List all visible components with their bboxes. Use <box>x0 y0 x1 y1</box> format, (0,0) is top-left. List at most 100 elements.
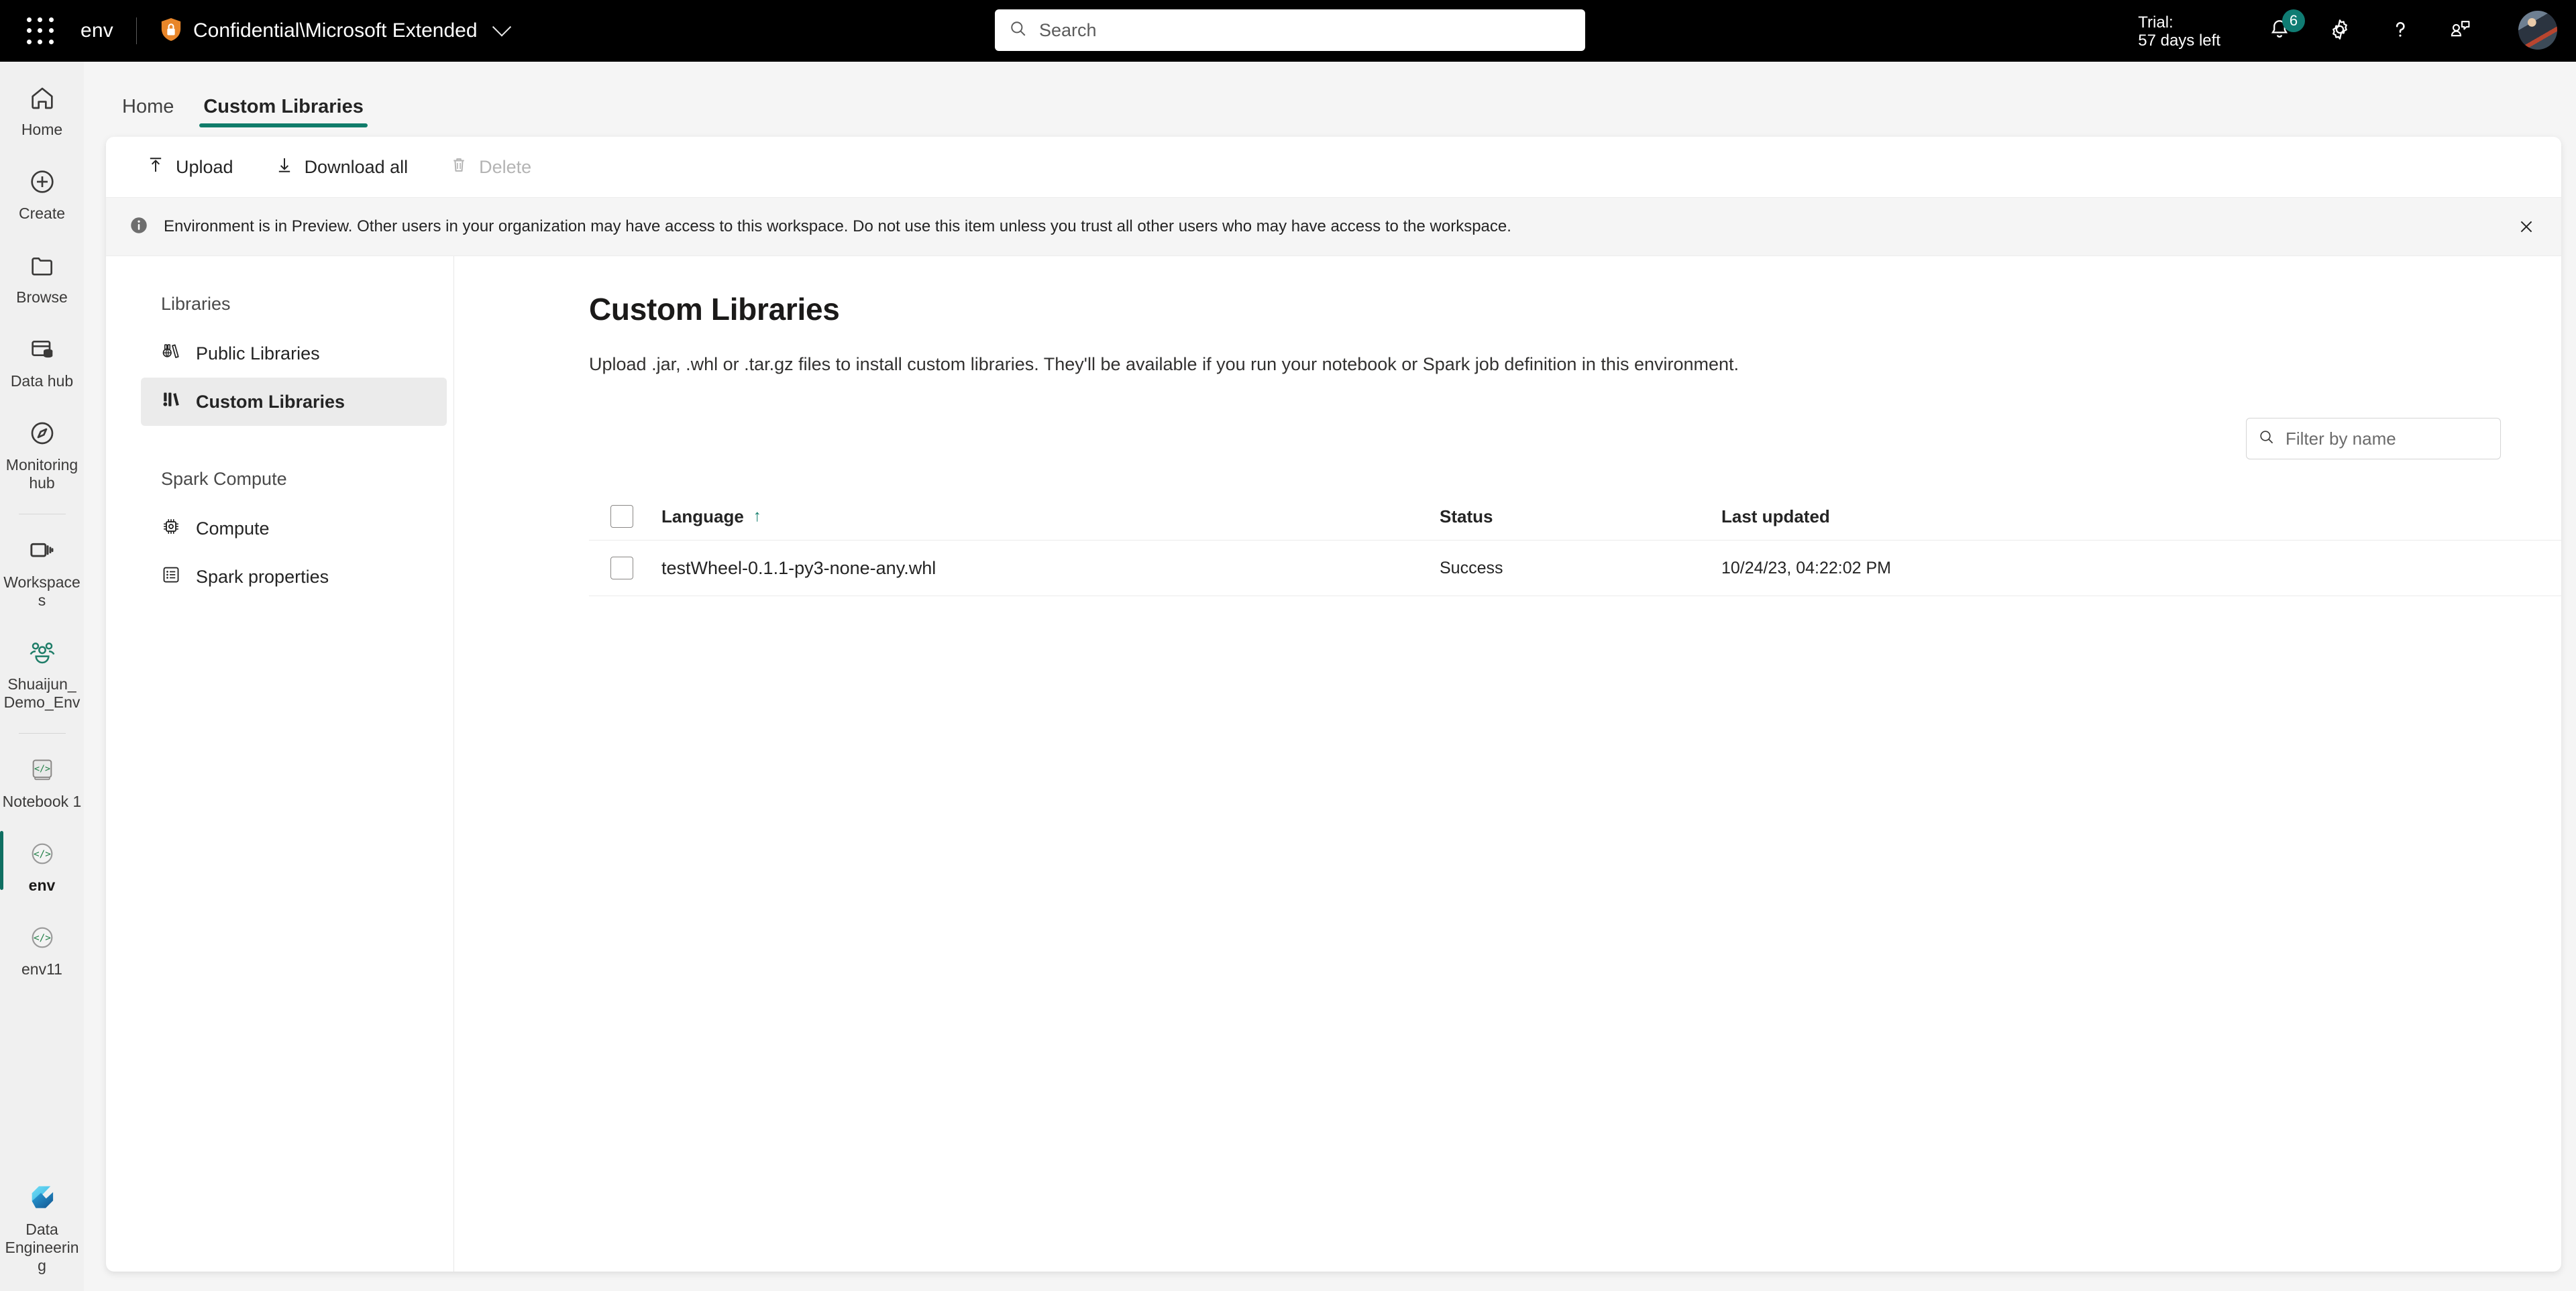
rail-item-data-engineering[interactable]: Data Engineering <box>0 1171 84 1282</box>
select-all-cell <box>589 505 661 528</box>
rail-item-workspaces[interactable]: Workspaces <box>0 524 84 616</box>
rail-item-label: Data hub <box>10 372 74 390</box>
workspaces-icon <box>28 532 56 569</box>
sort-ascending-icon: ↑ <box>753 507 761 525</box>
search-icon <box>2259 429 2275 449</box>
left-rail: Home Create Browse Data hub Monitoring h… <box>0 62 84 1291</box>
gear-icon <box>2328 18 2351 44</box>
shield-lock-icon <box>160 17 182 46</box>
feedback-button[interactable] <box>2445 15 2477 47</box>
fabric-data-engineering-icon <box>27 1179 58 1217</box>
trash-icon <box>449 156 468 179</box>
public-libraries-icon <box>161 341 181 366</box>
search-icon <box>1010 20 1027 41</box>
nav-item-compute[interactable]: Compute <box>141 504 447 553</box>
rail-item-label: Home <box>21 121 63 138</box>
rail-item-label: Browse <box>16 288 68 306</box>
rail-item-notebook-1[interactable]: </> Notebook 1 <box>0 743 84 818</box>
column-header-status[interactable]: Status <box>1440 506 1721 527</box>
global-search[interactable]: Search <box>995 9 1585 51</box>
rail-item-create[interactable]: Create <box>0 155 84 229</box>
nav-item-label: Public Libraries <box>196 343 320 363</box>
rail-item-label: env <box>28 877 56 894</box>
trial-line-2: 57 days left <box>2138 32 2220 50</box>
column-header-language-label: Language <box>661 506 744 526</box>
top-bar: env Confidential\Microsoft Extended Sear… <box>0 0 2576 62</box>
help-button[interactable] <box>2384 15 2416 47</box>
delete-button: Delete <box>435 148 546 187</box>
data-hub-icon <box>29 331 56 368</box>
plus-circle-icon <box>29 163 56 201</box>
delete-label: Delete <box>479 156 532 177</box>
rail-item-label: Create <box>18 205 66 222</box>
tab-custom-libraries[interactable]: Custom Libraries <box>189 96 378 127</box>
main-panel: Custom Libraries Upload .jar, .whl or .t… <box>508 256 2561 1272</box>
download-icon <box>275 156 294 179</box>
svg-text:</>: </> <box>34 933 51 944</box>
select-all-checkbox[interactable] <box>610 505 633 528</box>
chevron-down-icon[interactable] <box>492 17 511 37</box>
chip-icon <box>161 516 181 541</box>
info-icon <box>129 215 149 239</box>
nav-vertical-divider <box>453 256 454 1272</box>
page-description: Upload .jar, .whl or .tar.gz files to in… <box>589 354 1739 374</box>
content-card: Upload Download all Delete Environment i… <box>106 137 2561 1272</box>
filter-row: Filter by name <box>589 418 2509 459</box>
cell-last-updated: 10/24/23, 04:22:02 PM <box>1721 558 1891 577</box>
trial-line-1: Trial: <box>2138 13 2174 32</box>
upload-button[interactable]: Upload <box>131 148 248 187</box>
tab-home[interactable]: Home <box>107 96 189 127</box>
sensitivity-label-group[interactable]: Confidential\Microsoft Extended <box>160 17 511 46</box>
nav-section-spark-compute: Spark Compute <box>161 469 287 489</box>
cell-status: Success <box>1440 558 1503 577</box>
app-launcher-icon[interactable] <box>25 16 55 46</box>
upload-icon <box>146 156 165 179</box>
rail-item-label: Monitoring hub <box>5 456 78 492</box>
row-select-cell <box>589 557 661 579</box>
nav-item-label: Spark properties <box>196 566 329 587</box>
avatar[interactable] <box>2518 11 2557 50</box>
table-row[interactable]: testWheel-0.1.1-py3-none-any.whl Success… <box>589 540 2561 596</box>
rail-item-shuaijun-demo-env[interactable]: Shuaijun_Demo_Env <box>0 626 84 718</box>
question-mark-icon <box>2389 18 2412 44</box>
rail-item-label: Shuaijun_Demo_Env <box>3 675 80 711</box>
notifications-button[interactable]: 6 <box>2263 9 2305 47</box>
nav-item-public-libraries[interactable]: Public Libraries <box>141 329 447 378</box>
command-toolbar: Upload Download all Delete <box>106 137 2561 197</box>
download-all-button[interactable]: Download all <box>260 148 423 187</box>
column-header-last-updated[interactable]: Last updated <box>1721 506 2070 527</box>
nav-item-custom-libraries[interactable]: Custom Libraries <box>141 378 447 426</box>
column-header-language[interactable]: Language ↑ <box>661 506 1440 527</box>
rail-item-label: Data Engineering <box>5 1221 79 1274</box>
cell-language: testWheel-0.1.1-py3-none-any.whl <box>661 557 936 578</box>
people-group-icon <box>28 634 57 671</box>
nav-item-label: Custom Libraries <box>196 391 345 412</box>
filter-by-name-input[interactable]: Filter by name <box>2246 418 2501 459</box>
nav-item-spark-properties[interactable]: Spark properties <box>141 553 447 601</box>
row-checkbox[interactable] <box>610 557 633 579</box>
svg-text:</>: </> <box>34 764 50 774</box>
rail-item-data-hub[interactable]: Data hub <box>0 323 84 397</box>
close-icon[interactable] <box>2512 212 2541 241</box>
rail-item-env[interactable]: </> env <box>0 827 84 901</box>
breadcrumb-tabs: Home Custom Libraries <box>107 86 378 127</box>
nav-section-libraries: Libraries <box>161 294 231 314</box>
rail-item-home[interactable]: Home <box>0 71 84 146</box>
rail-item-env11[interactable]: </> env11 <box>0 911 84 985</box>
settings-nav: Libraries Public Libraries Custom Librar… <box>133 256 455 1272</box>
libraries-table: Language ↑ Status Last updated testWheel… <box>589 493 2561 596</box>
home-icon <box>29 79 56 117</box>
rail-item-browse[interactable]: Browse <box>0 239 84 313</box>
app-name[interactable]: env <box>80 19 113 42</box>
rail-divider <box>18 733 66 734</box>
search-input[interactable]: Search <box>1039 20 1097 41</box>
rail-item-label: Workspaces <box>3 573 80 609</box>
rail-item-label: env11 <box>21 960 62 978</box>
nav-item-label: Compute <box>196 518 270 539</box>
svg-text:</>: </> <box>34 849 51 860</box>
settings-button[interactable] <box>2324 15 2356 47</box>
rail-item-monitoring-hub[interactable]: Monitoring hub <box>0 406 84 499</box>
list-properties-icon <box>161 565 181 590</box>
environment-code-icon: </> <box>29 835 56 873</box>
